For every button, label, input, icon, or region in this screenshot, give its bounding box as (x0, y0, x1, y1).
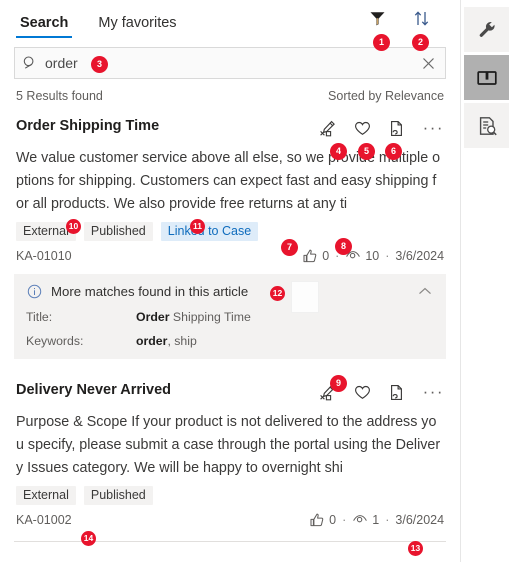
result-card: Order Shipping Time ··· We value custome… (0, 103, 460, 264)
heart-icon[interactable] (353, 118, 373, 138)
tooltip-popover (291, 281, 319, 313)
filter-icon[interactable] (366, 7, 388, 29)
right-rail (461, 0, 512, 562)
knowledge-search-panel: Search My favorites order 5 Results foun… (0, 0, 512, 562)
copy-link-icon[interactable] (387, 382, 407, 402)
article-stats: 0 · 1 · 3/6/2024 (309, 512, 444, 528)
main-pane: Search My favorites order 5 Results foun… (0, 0, 462, 562)
likes-count: 0 (329, 513, 337, 527)
search-box[interactable] (14, 47, 447, 79)
result-card-header: Delivery Never Arrived ··· (16, 381, 444, 402)
tab-my-favorites-label: My favorites (98, 15, 177, 31)
tag-external: External (16, 222, 76, 241)
views-count: 1 (372, 513, 380, 527)
article-snippet: Purpose & Scope If your product is not d… (16, 414, 441, 476)
top-action-bar (366, 7, 432, 29)
tag-published: Published (83, 486, 153, 505)
unlink-article-icon[interactable] (319, 382, 339, 402)
article-tag-row: External Published Linked to Case (16, 222, 444, 241)
chevron-up-icon[interactable] (416, 284, 434, 298)
article-action-bar: ··· (319, 117, 444, 138)
more-matches-row: Title: Order Shipping Time (26, 310, 434, 324)
more-matches-title: More matches found in this article (51, 284, 249, 299)
stat-separator: · (342, 513, 347, 527)
views-stat: 10 (345, 248, 379, 264)
more-matches-row-value: Order Shipping Time (136, 310, 251, 324)
article-action-bar: ··· (319, 381, 444, 402)
results-meta-row: 5 Results found Sorted by Relevance (0, 79, 460, 103)
views-count: 10 (365, 249, 380, 263)
search-input[interactable] (45, 55, 412, 71)
tab-search[interactable]: Search (16, 15, 73, 38)
article-footer: KA-01010 0 · 10 · 3/6/2024 (16, 248, 444, 264)
more-options-icon[interactable]: ··· (421, 383, 444, 400)
result-card: Delivery Never Arrived ··· Purpose & Sco… (0, 359, 460, 528)
views-stat: 1 (352, 512, 379, 528)
likes-stat[interactable]: 0 (302, 248, 329, 264)
search-icon (15, 55, 45, 71)
article-snippet: We value customer service above all else… (16, 150, 441, 212)
sorted-by-label[interactable]: Sorted by Relevance (328, 89, 444, 103)
rail-similar-cases-icon[interactable] (464, 103, 510, 148)
article-date: 3/6/2024 (395, 513, 445, 527)
more-options-icon[interactable]: ··· (421, 119, 444, 136)
match-highlight: Order (136, 310, 170, 324)
article-footer: KA-01002 0 · 1 · 3/6/2024 (16, 512, 444, 528)
eye-icon (353, 515, 368, 523)
sort-icon[interactable] (410, 7, 432, 29)
tab-search-label: Search (20, 15, 69, 31)
likes-count: 0 (322, 249, 330, 263)
rail-knowledge-icon[interactable] (464, 55, 510, 100)
thumbs-up-icon (303, 249, 317, 263)
tag-linked-to-case: Linked to Case (160, 222, 259, 241)
more-matches-row-label: Keywords: (26, 334, 84, 348)
article-date: 3/6/2024 (395, 249, 445, 263)
more-matches-row-label: Title: (26, 310, 53, 324)
thumbs-up-icon (310, 513, 324, 527)
article-stats: 0 · 10 · 3/6/2024 (302, 248, 444, 264)
more-matches-row-value: order, ship (136, 334, 197, 348)
article-tag-row: External Published (16, 486, 444, 505)
article-title[interactable]: Delivery Never Arrived (16, 381, 171, 399)
article-ka-id: KA-01002 (16, 513, 72, 527)
unlink-article-icon[interactable] (319, 118, 339, 138)
rail-tools-icon[interactable] (464, 7, 510, 52)
match-rest: , ship (167, 334, 197, 348)
more-matches-panel: More matches found in this article Title… (14, 274, 447, 359)
likes-stat[interactable]: 0 (309, 512, 336, 528)
tab-my-favorites[interactable]: My favorites (94, 15, 180, 38)
result-card-header: Order Shipping Time ··· (16, 117, 444, 138)
heart-icon[interactable] (353, 382, 373, 402)
clear-search-icon[interactable] (411, 55, 445, 72)
article-title[interactable]: Order Shipping Time (16, 117, 159, 135)
match-rest: Shipping Time (169, 310, 251, 324)
copy-link-icon[interactable] (387, 118, 407, 138)
more-matches-header[interactable]: More matches found in this article (26, 283, 434, 300)
stat-separator: · (385, 513, 390, 527)
more-matches-row: Keywords: order, ship (26, 334, 434, 348)
article-ka-id: KA-01010 (16, 249, 72, 263)
result-divider (14, 541, 447, 542)
tag-external: External (16, 486, 76, 505)
stat-separator: · (335, 249, 340, 263)
info-icon (26, 283, 43, 300)
eye-icon (346, 251, 361, 259)
results-count: 5 Results found (16, 89, 103, 103)
tag-published: Published (83, 222, 153, 241)
match-highlight: order (136, 334, 168, 348)
stat-separator: · (385, 249, 390, 263)
